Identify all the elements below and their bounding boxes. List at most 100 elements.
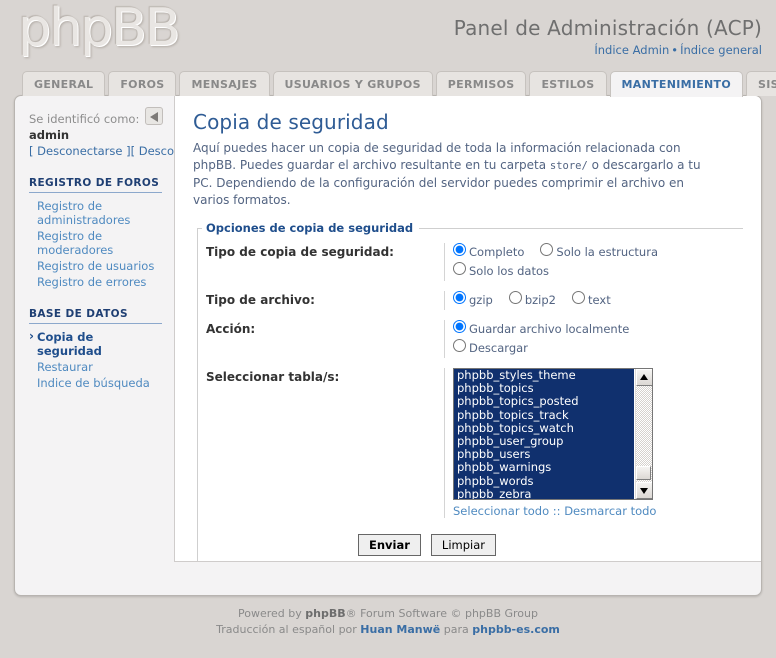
radio-action-guardar[interactable]: Guardar archivo localmente <box>453 320 629 339</box>
tables-listbox-items: phpbb_styles_theme phpbb_topics phpbb_to… <box>454 369 634 499</box>
radio-input-backup-type-datos[interactable] <box>453 262 466 275</box>
submit-button[interactable]: Enviar <box>358 534 421 556</box>
control-action: Guardar archivo localmente Descargar <box>444 320 743 358</box>
tab-permisos[interactable]: PERMISOS <box>435 71 527 96</box>
row-tables: Seleccionar tabla/s: phpbb_styles_theme … <box>198 368 743 518</box>
triangle-up-icon <box>640 374 648 380</box>
select-links-separator: :: <box>552 504 561 518</box>
radio-label-file-type-gzip: gzip <box>469 293 493 307</box>
sidebar-link-registro-administradores[interactable]: Registro de administradores <box>37 199 162 227</box>
acp-title: Panel de Administración (ACP) <box>453 16 762 40</box>
sidebar-heading-registro-de-foros: REGISTRO DE FOROS <box>29 177 162 193</box>
backup-options-fieldset: Opciones de copia de seguridad Tipo de c… <box>197 221 743 561</box>
select-all-link[interactable]: Seleccionar todo <box>453 504 549 518</box>
scrollbar-thumb[interactable] <box>636 466 651 480</box>
control-file-type: gzip bzip2 text <box>444 291 743 310</box>
control-tables: phpbb_styles_theme phpbb_topics phpbb_to… <box>444 368 743 518</box>
radio-input-file-type-text[interactable] <box>572 291 585 304</box>
sidebar-link-registro-usuarios[interactable]: Registro de usuarios <box>37 259 162 273</box>
sidebar-item-registro-moderadores[interactable]: Registro de moderadores <box>29 228 162 258</box>
listbox-scrollbar[interactable] <box>635 369 652 499</box>
list-item[interactable]: phpbb_topics_track <box>454 408 634 422</box>
content-area: Copia de seguridad Aquí puedes hacer un … <box>174 96 761 562</box>
list-item[interactable]: phpbb_users <box>454 448 634 462</box>
radio-action-descargar[interactable]: Descargar <box>453 339 528 358</box>
radio-label-backup-type-datos: Solo los datos <box>469 264 549 278</box>
list-item[interactable]: phpbb_zebra <box>454 487 634 499</box>
footer-translation-line: Traducción al español por Huan Manwë par… <box>0 622 776 638</box>
deselect-all-link[interactable]: Desmarcar todo <box>564 504 656 518</box>
radio-file-type-text[interactable]: text <box>572 291 611 310</box>
sidebar-link-copia-de-seguridad[interactable]: Copia de seguridad <box>37 330 162 358</box>
page-title: Copia de seguridad <box>193 110 389 134</box>
footer-powered-brand: phpBB <box>305 607 346 620</box>
sidebar-link-restaurar[interactable]: Restaurar <box>37 360 162 374</box>
label-backup-type: Tipo de copia de seguridad: <box>206 245 394 259</box>
radio-line-backup-type-1: Completo Solo la estructura <box>453 243 743 262</box>
footer-translator-link[interactable]: Huan Manwë <box>360 623 440 636</box>
sidebar-item-restaurar[interactable]: Restaurar <box>29 359 162 375</box>
list-item[interactable]: phpbb_words <box>454 474 634 488</box>
sidebar-item-copia-de-seguridad[interactable]: Copia de seguridad <box>29 329 162 359</box>
fieldset-legend: Opciones de copia de seguridad <box>206 221 414 235</box>
radio-input-backup-type-completo[interactable] <box>453 243 466 256</box>
label-file-type: Tipo de archivo: <box>206 293 315 307</box>
sidebar-item-registro-errores[interactable]: Registro de errores <box>29 274 162 290</box>
footer-site-link[interactable]: phpbb-es.com <box>472 623 560 636</box>
radio-line-action-2: Descargar <box>453 339 743 358</box>
footer-powered-suffix: ® Forum Software © phpBB Group <box>345 607 538 620</box>
radio-backup-type-completo[interactable]: Completo <box>453 243 524 262</box>
radio-backup-type-datos[interactable]: Solo los datos <box>453 262 549 281</box>
tables-listbox[interactable]: phpbb_styles_theme phpbb_topics phpbb_to… <box>453 368 653 500</box>
sidebar-link-registro-errores[interactable]: Registro de errores <box>37 275 162 289</box>
tab-mensajes[interactable]: MENSAJES <box>179 71 270 96</box>
triangle-left-icon <box>150 112 158 122</box>
page-description: Aquí puedes hacer un copia de seguridad … <box>193 140 713 209</box>
sidebar-item-registro-usuarios[interactable]: Registro de usuarios <box>29 258 162 274</box>
radio-input-action-guardar[interactable] <box>453 320 466 333</box>
form-buttons: Enviar Limpiar <box>198 534 648 556</box>
sidebar-collapse-button[interactable] <box>145 107 163 125</box>
radio-input-action-descargar[interactable] <box>453 339 466 352</box>
tab-mantenimiento[interactable]: MANTENIMIENTO <box>609 71 744 97</box>
triangle-down-icon <box>640 488 648 494</box>
tab-sistema[interactable]: SISTEMA <box>746 71 776 96</box>
footer-translation-mid: para <box>440 623 473 636</box>
list-item[interactable]: phpbb_topics_watch <box>454 421 634 435</box>
radio-file-type-gzip[interactable]: gzip <box>453 291 493 310</box>
radio-line-backup-type-2: Solo los datos <box>453 262 743 281</box>
radio-line-action-1: Guardar archivo localmente <box>453 320 743 339</box>
scroll-up-button[interactable] <box>636 369 652 386</box>
sidebar-link-registro-moderadores[interactable]: Registro de moderadores <box>37 229 162 257</box>
radio-input-file-type-gzip[interactable] <box>453 291 466 304</box>
radio-backup-type-estructura[interactable]: Solo la estructura <box>540 243 658 262</box>
logout-links[interactable]: [ Desconectarse ][ Desconectarse del ACP… <box>29 143 280 159</box>
list-item[interactable]: phpbb_topics_posted <box>454 395 634 409</box>
radio-label-backup-type-completo: Completo <box>469 245 525 259</box>
tab-usuarios-y-grupos[interactable]: USUARIOS Y GRUPOS <box>272 71 433 96</box>
reset-button[interactable]: Limpiar <box>430 534 496 556</box>
sidebar-item-registro-administradores[interactable]: Registro de administradores <box>29 198 162 228</box>
radio-file-type-bzip2[interactable]: bzip2 <box>508 291 556 310</box>
radio-input-backup-type-estructura[interactable] <box>540 243 554 256</box>
identified-as-label: Se identificó como: <box>29 112 140 126</box>
list-item[interactable]: phpbb_styles_theme <box>454 369 634 383</box>
store-path-code: store/ <box>549 160 588 172</box>
scroll-down-button[interactable] <box>636 482 652 499</box>
tab-estilos[interactable]: ESTILOS <box>529 71 607 96</box>
page-footer: Powered by phpBB® Forum Software © phpBB… <box>0 606 776 638</box>
row-backup-type: Tipo de copia de seguridad: Completo Solo… <box>198 243 743 281</box>
link-general-index[interactable]: Índice general <box>680 43 762 57</box>
list-item[interactable]: phpbb_user_group <box>454 434 634 449</box>
tab-general[interactable]: GENERAL <box>22 71 106 96</box>
sidebar-item-indice-de-busqueda[interactable]: Indice de búsqueda <box>29 375 162 391</box>
current-username: admin <box>29 128 70 142</box>
tab-foros[interactable]: FOROS <box>108 71 177 96</box>
sidebar-link-indice-de-busqueda[interactable]: Indice de búsqueda <box>37 376 162 390</box>
list-item[interactable]: phpbb_topics <box>454 382 634 396</box>
link-admin-index[interactable]: Índice Admin <box>594 43 669 57</box>
footer-powered-prefix: Powered by <box>238 607 306 620</box>
list-item[interactable]: phpbb_warnings <box>454 461 634 475</box>
label-action: Acción: <box>206 322 256 336</box>
radio-input-file-type-bzip2[interactable] <box>508 291 522 304</box>
